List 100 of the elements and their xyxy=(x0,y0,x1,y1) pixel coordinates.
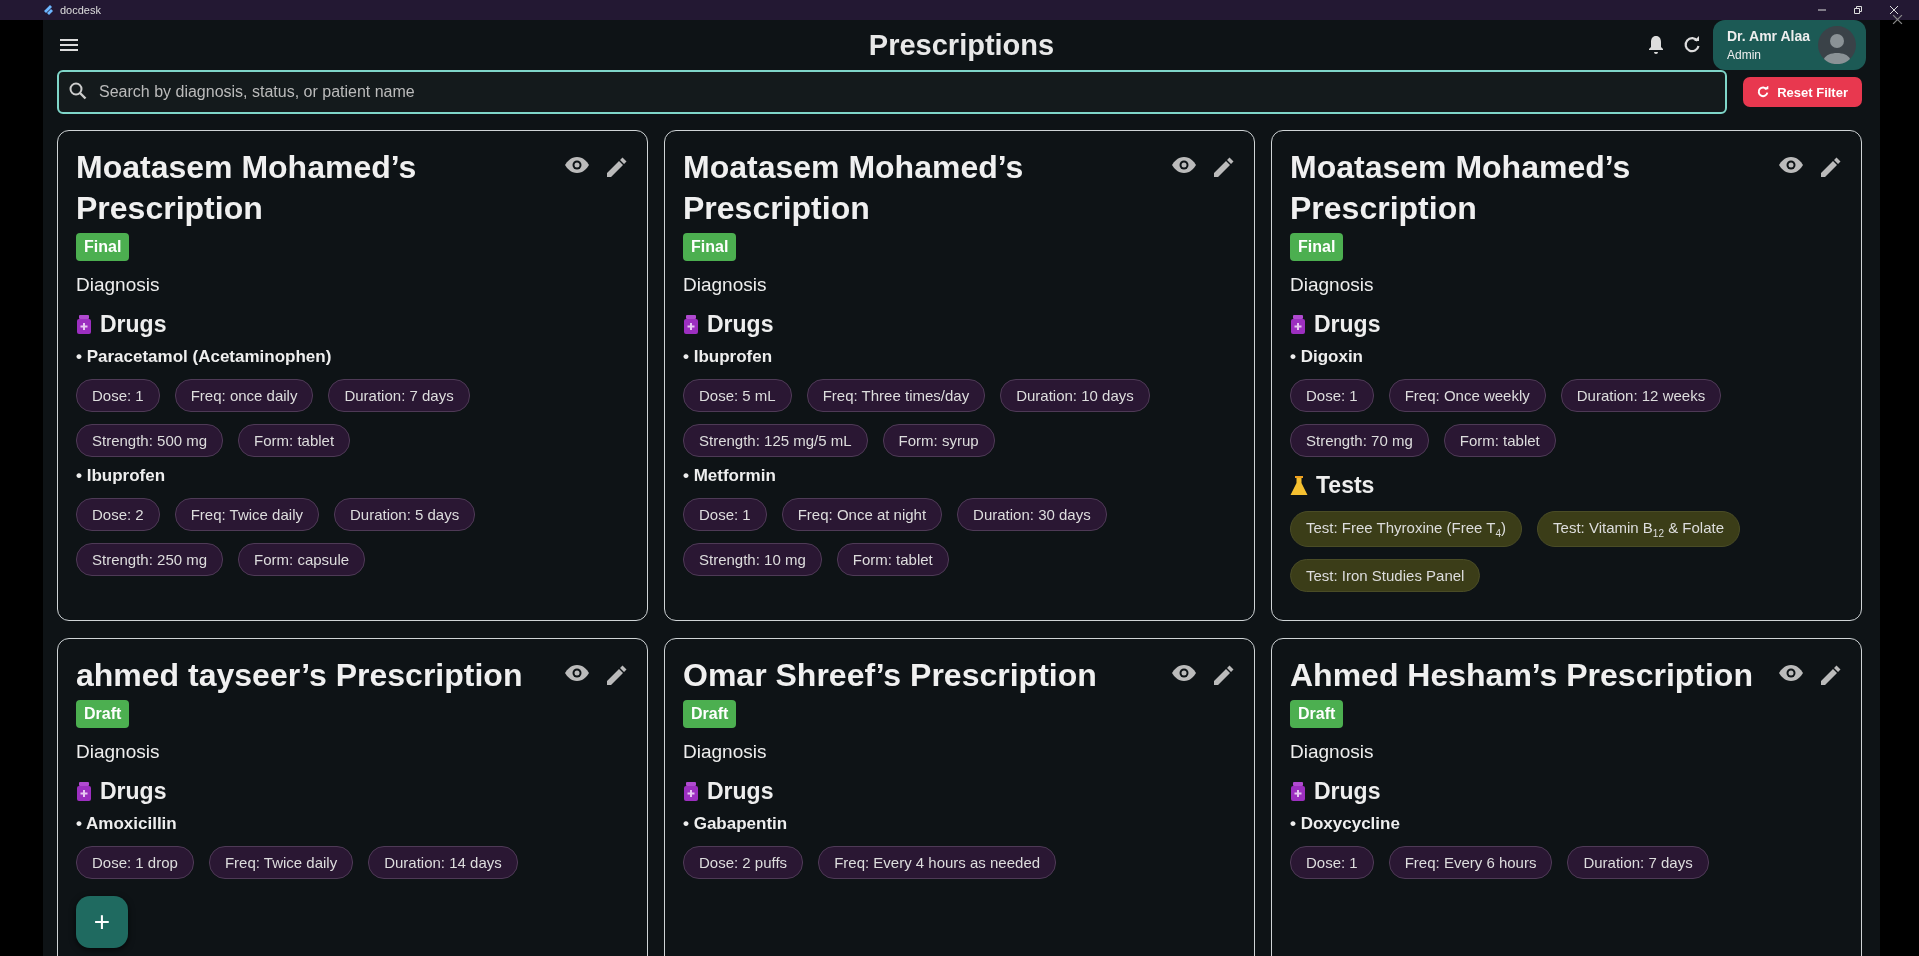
drug-detail-chip: Form: tablet xyxy=(238,424,351,457)
status-badge: Draft xyxy=(1290,700,1344,728)
drug-detail-chip: Dose: 5 mL xyxy=(683,379,792,412)
bell-icon[interactable] xyxy=(1647,35,1665,55)
status-badge: Draft xyxy=(76,700,130,728)
drug-detail-chip: Duration: 5 days xyxy=(333,498,476,531)
eye-icon[interactable] xyxy=(1172,157,1196,173)
drug-name: • Metformin xyxy=(683,466,777,486)
drug-detail-chip: Dose: 1 xyxy=(1290,846,1374,879)
drug-detail-chip: Strength: 70 mg xyxy=(1290,424,1429,457)
pencil-icon[interactable] xyxy=(1214,157,1234,177)
eye-icon[interactable] xyxy=(565,157,589,173)
pill-bottle-icon xyxy=(76,315,92,334)
pencil-icon[interactable] xyxy=(607,157,627,177)
drug-detail-chip: Freq: Every 6 hours xyxy=(1388,846,1553,879)
prescription-title: Ahmed Hesham’s Prescription xyxy=(1290,656,1754,695)
menu-icon[interactable] xyxy=(59,37,79,53)
user-role: Admin xyxy=(1727,48,1762,62)
refresh-icon xyxy=(1757,86,1770,98)
drug-detail-chip: Form: tablet xyxy=(1443,424,1556,457)
diagnosis-label: Diagnosis xyxy=(1290,741,1375,763)
prescription-title: ahmed tayseer’s Prescription xyxy=(76,656,524,695)
eye-icon[interactable] xyxy=(565,665,589,681)
eye-icon[interactable] xyxy=(1779,157,1803,173)
drug-name: • Amoxicillin xyxy=(76,814,178,834)
pill-bottle-icon xyxy=(1290,315,1306,334)
refresh-icon[interactable] xyxy=(1683,36,1701,54)
pill-bottle-icon xyxy=(76,782,92,801)
drug-detail-chip: Form: syrup xyxy=(882,424,995,457)
status-badge: Draft xyxy=(683,700,737,728)
drug-detail-chip: Duration: 7 days xyxy=(1567,846,1709,879)
drug-detail-chip: Duration: 12 weeks xyxy=(1560,379,1722,412)
drug-detail-chip: Form: capsule xyxy=(238,543,366,576)
prescription-title: Moatasem Mohamed’s Prescription xyxy=(683,148,1025,228)
drug-detail-chip: Duration: 14 days xyxy=(368,846,518,879)
avatar xyxy=(1818,26,1856,64)
drug-detail-chip: Dose: 1 xyxy=(76,379,160,412)
search-field[interactable]: Search by diagnosis, status, or patient name xyxy=(57,70,1728,114)
drug-detail-chip: Duration: 10 days xyxy=(1000,379,1150,412)
drug-detail-chip: Freq: Twice daily xyxy=(174,498,319,531)
app-logo-icon xyxy=(44,4,54,16)
add-button[interactable]: + xyxy=(76,896,128,948)
section-heading: Drugs xyxy=(1314,311,1381,338)
status-badge: Final xyxy=(76,233,130,261)
restore-icon[interactable] xyxy=(1853,5,1863,15)
drug-name: • Doxycycline xyxy=(1290,814,1401,834)
drug-detail-chip: Duration: 30 days xyxy=(957,498,1107,531)
prescription-title: Omar Shreef’s Prescription xyxy=(683,656,1098,695)
eye-icon[interactable] xyxy=(1172,665,1196,681)
drug-detail-chip: Freq: Once at night xyxy=(781,498,943,531)
drug-detail-chip: Strength: 250 mg xyxy=(76,543,224,576)
pencil-icon[interactable] xyxy=(1214,665,1234,685)
drug-detail-chip: Freq: once daily xyxy=(174,379,314,412)
drug-detail-chip: Strength: 125 mg/5 mL xyxy=(683,424,868,457)
test-chip: Test: Free Thyroxine (Free T$_{4}$) xyxy=(1290,511,1523,547)
drug-name: • Paracetamol (Acetaminophen) xyxy=(76,347,333,367)
section-heading: Drugs xyxy=(100,778,167,805)
page-title: Prescriptions xyxy=(868,28,1055,61)
status-badge: Final xyxy=(683,233,737,261)
section-heading: Drugs xyxy=(707,778,774,805)
user-name: Dr. Amr Alaa xyxy=(1727,28,1810,44)
drug-detail-chip: Dose: 1 xyxy=(683,498,767,531)
pencil-icon[interactable] xyxy=(1821,665,1841,685)
diagnosis-label: Diagnosis xyxy=(76,741,161,763)
test-chip: Test: Vitamin B$_{12}$ & Folate xyxy=(1537,511,1740,547)
drug-name: • Gabapentin xyxy=(683,814,789,834)
drug-detail-chip: Freq: Three times/day xyxy=(806,379,986,412)
section-heading: Drugs xyxy=(100,311,167,338)
window-title: docdesk xyxy=(60,4,101,16)
diagnosis-label: Diagnosis xyxy=(76,274,161,296)
status-badge: Final xyxy=(1290,233,1344,261)
drug-detail-chip: Duration: 7 days xyxy=(328,379,470,412)
drug-detail-chip: Strength: 10 mg xyxy=(683,543,822,576)
drug-name: • Digoxin xyxy=(1290,347,1364,367)
section-heading: Tests xyxy=(1316,472,1375,499)
drug-detail-chip: Dose: 1 xyxy=(1290,379,1374,412)
drug-detail-chip: Freq: Every 4 hours as needed xyxy=(818,846,1057,879)
drug-detail-chip: Freq: Twice daily xyxy=(208,846,354,879)
search-icon xyxy=(69,82,87,100)
drug-detail-chip: Freq: Once weekly xyxy=(1388,379,1546,412)
drug-name: • Ibuprofen xyxy=(683,347,774,367)
drug-detail-chip: Dose: 1 drop xyxy=(76,846,194,879)
user-profile[interactable]: Dr. Amr Alaa Admin xyxy=(1713,20,1866,70)
diagnosis-label: Diagnosis xyxy=(683,274,768,296)
drug-name: • Ibuprofen xyxy=(76,466,167,486)
prescription-title: Moatasem Mohamed’s Prescription xyxy=(1290,148,1632,228)
flask-icon xyxy=(1290,476,1308,495)
test-chip: Test: Iron Studies Panel xyxy=(1290,559,1481,592)
drug-detail-chip: Strength: 500 mg xyxy=(76,424,224,457)
eye-icon[interactable] xyxy=(1779,665,1803,681)
prescription-title: Moatasem Mohamed’s Prescription xyxy=(76,148,418,228)
pencil-icon[interactable] xyxy=(607,665,627,685)
drug-detail-chip: Dose: 2 puffs xyxy=(683,846,804,879)
drug-detail-chip: Dose: 2 xyxy=(76,498,160,531)
reset-filter-button[interactable]: Reset Filter xyxy=(1743,77,1862,107)
close-icon[interactable] xyxy=(1892,14,1903,25)
section-heading: Drugs xyxy=(707,311,774,338)
diagnosis-label: Diagnosis xyxy=(1290,274,1375,296)
drug-detail-chip: Form: tablet xyxy=(836,543,949,576)
pencil-icon[interactable] xyxy=(1821,157,1841,177)
